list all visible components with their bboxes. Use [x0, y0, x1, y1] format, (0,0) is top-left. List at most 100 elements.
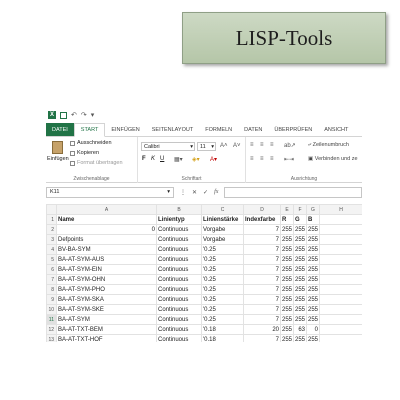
- select-all-corner[interactable]: [46, 204, 57, 215]
- cell[interactable]: 255: [280, 274, 294, 285]
- cell[interactable]: '0.25: [201, 274, 244, 285]
- borders-icon[interactable]: ▦▾: [174, 156, 183, 163]
- tab-ueberpruefen[interactable]: ÜBERPRÜFEN: [268, 123, 318, 136]
- row-header[interactable]: 4: [46, 244, 57, 255]
- cell[interactable]: 255: [280, 244, 294, 255]
- cell[interactable]: 7: [243, 304, 281, 315]
- column-header[interactable]: D: [243, 204, 281, 215]
- row-header[interactable]: 8: [46, 284, 57, 295]
- cell[interactable]: 255: [293, 234, 307, 245]
- column-header[interactable]: B: [156, 204, 202, 215]
- cell[interactable]: 255: [280, 234, 294, 245]
- cell[interactable]: 255: [306, 304, 320, 315]
- cell[interactable]: B: [306, 214, 320, 225]
- row-header[interactable]: 10: [46, 304, 57, 315]
- enter-icon[interactable]: ✓: [203, 189, 208, 196]
- cell[interactable]: 0: [56, 224, 157, 235]
- cell[interactable]: '0.18: [201, 334, 244, 342]
- cell[interactable]: 7: [243, 244, 281, 255]
- cell[interactable]: Linientyp: [156, 214, 202, 225]
- name-box[interactable]: K11 ▾: [46, 186, 174, 198]
- tab-start[interactable]: START: [73, 123, 106, 137]
- cell[interactable]: G: [293, 214, 307, 225]
- cell[interactable]: BA-AT-SYM-AUS: [56, 254, 157, 265]
- cell[interactable]: [319, 244, 362, 255]
- cut-button[interactable]: Ausschneiden: [70, 140, 112, 146]
- cell[interactable]: Vorgabe: [201, 234, 244, 245]
- cell[interactable]: 255: [280, 254, 294, 265]
- cell[interactable]: 255: [280, 304, 294, 315]
- cell[interactable]: 255: [280, 324, 294, 335]
- shrink-font-icon[interactable]: A˅: [233, 143, 241, 149]
- cell[interactable]: 255: [293, 294, 307, 305]
- column-header[interactable]: H: [319, 204, 362, 215]
- cell[interactable]: 255: [306, 314, 320, 325]
- cell[interactable]: Indexfarbe: [243, 214, 281, 225]
- cell[interactable]: 63: [293, 324, 307, 335]
- formula-input[interactable]: [224, 186, 362, 198]
- cell[interactable]: Continuous: [156, 304, 202, 315]
- italic-button[interactable]: K: [151, 156, 155, 162]
- cell[interactable]: 255: [293, 254, 307, 265]
- align-bottom-icon[interactable]: ≡: [270, 142, 274, 148]
- cell[interactable]: [319, 294, 362, 305]
- cell[interactable]: Continuous: [156, 264, 202, 275]
- cell[interactable]: 255: [293, 224, 307, 235]
- format-painter-button[interactable]: Format übertragen: [70, 160, 123, 166]
- cell[interactable]: BA-AT-SYM-SKA: [56, 294, 157, 305]
- row-header[interactable]: 9: [46, 294, 57, 305]
- column-header[interactable]: C: [201, 204, 244, 215]
- cell[interactable]: 255: [293, 244, 307, 255]
- paste-icon[interactable]: [52, 141, 63, 154]
- cell[interactable]: 255: [306, 284, 320, 295]
- cell[interactable]: [319, 314, 362, 325]
- tab-formeln[interactable]: FORMELN: [199, 123, 238, 136]
- redo-icon[interactable]: ↷: [81, 112, 87, 119]
- cell[interactable]: Continuous: [156, 244, 202, 255]
- cell[interactable]: Continuous: [156, 284, 202, 295]
- cell[interactable]: Continuous: [156, 314, 202, 325]
- font-color-icon[interactable]: A▾: [210, 156, 217, 163]
- merge-center-button[interactable]: ▣ Verbinden und ze: [308, 156, 358, 162]
- cell[interactable]: BA-AT-TXT-BEM: [56, 324, 157, 335]
- row-header[interactable]: 13: [46, 334, 57, 342]
- cell[interactable]: 255: [306, 264, 320, 275]
- tab-datei[interactable]: DATEI: [46, 123, 74, 136]
- cell[interactable]: BV-BA-SYM: [56, 244, 157, 255]
- cell[interactable]: 7: [243, 284, 281, 295]
- cell[interactable]: Continuous: [156, 274, 202, 285]
- cell[interactable]: 255: [293, 284, 307, 295]
- cell[interactable]: '0.25: [201, 244, 244, 255]
- font-name-select[interactable]: Calibri ▾: [141, 142, 195, 151]
- cell[interactable]: 20: [243, 324, 281, 335]
- cell[interactable]: 7: [243, 294, 281, 305]
- cell[interactable]: 255: [280, 224, 294, 235]
- cell[interactable]: [319, 274, 362, 285]
- row-header[interactable]: 2: [46, 224, 57, 235]
- column-header[interactable]: G: [306, 204, 320, 215]
- cell[interactable]: [319, 234, 362, 245]
- undo-icon[interactable]: ↶: [71, 112, 77, 119]
- column-header[interactable]: E: [280, 204, 294, 215]
- paste-button[interactable]: Einfügen: [47, 156, 69, 162]
- cell[interactable]: Linienstärke: [201, 214, 244, 225]
- cell[interactable]: R: [280, 214, 294, 225]
- font-size-select[interactable]: 11 ▾: [197, 142, 216, 151]
- cell[interactable]: 7: [243, 334, 281, 342]
- cell[interactable]: 7: [243, 274, 281, 285]
- cell[interactable]: 255: [293, 274, 307, 285]
- cell[interactable]: 7: [243, 234, 281, 245]
- insert-function-icon[interactable]: fx: [214, 189, 218, 195]
- grow-font-icon[interactable]: A˄: [220, 143, 228, 149]
- align-center-icon[interactable]: ≡: [260, 156, 264, 162]
- cell[interactable]: [319, 304, 362, 315]
- cell[interactable]: 7: [243, 314, 281, 325]
- indent-icon[interactable]: ⇤⇥: [284, 156, 294, 163]
- row-header[interactable]: 11: [46, 314, 57, 325]
- underline-button[interactable]: U: [160, 156, 164, 162]
- cancel-icon[interactable]: ✕: [192, 189, 197, 196]
- align-right-icon[interactable]: ≡: [270, 156, 274, 162]
- cell[interactable]: 255: [280, 284, 294, 295]
- orientation-icon[interactable]: ab↗: [284, 142, 296, 149]
- cell[interactable]: [319, 264, 362, 275]
